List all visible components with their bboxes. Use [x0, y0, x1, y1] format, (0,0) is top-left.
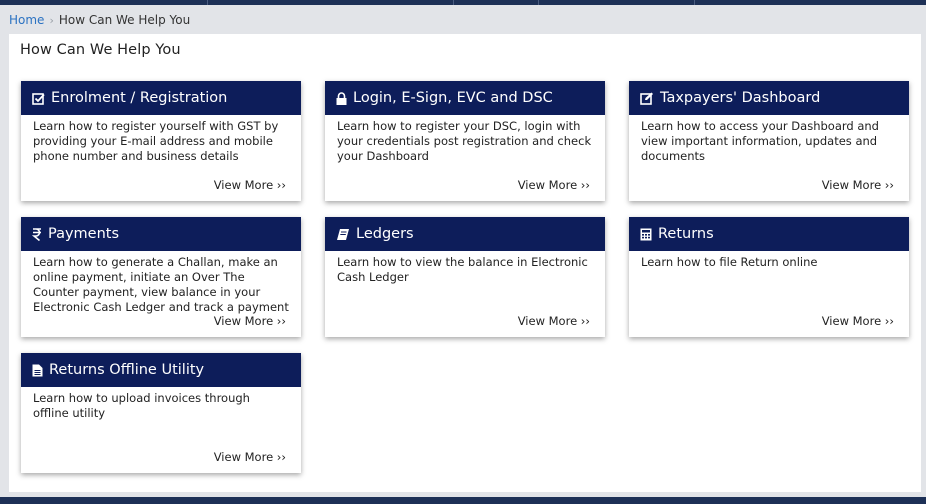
top-nav-bar: [0, 0, 926, 5]
card-description: Learn how to register your DSC, login wi…: [337, 119, 592, 163]
view-more-link[interactable]: View More ››: [822, 314, 894, 328]
card-title: Returns: [658, 226, 714, 242]
rupee-icon: [32, 227, 42, 241]
card-title: Ledgers: [356, 226, 414, 242]
card-description: Learn how to access your Dashboard and v…: [641, 119, 879, 163]
card-returns-offline-utility: Returns Offline Utility Learn how to upl…: [21, 353, 301, 473]
card-header: Enrolment / Registration: [21, 81, 301, 115]
page-title: How Can We Help You: [20, 42, 181, 58]
card-header: Payments: [21, 217, 301, 251]
card-description: Learn how to generate a Challan, make an…: [33, 255, 289, 314]
card-login-esign: Login, E-Sign, EVC and DSC Learn how to …: [325, 81, 605, 201]
card-ledgers: Ledgers Learn how to view the balance in…: [325, 217, 605, 337]
card-title: Login, E-Sign, EVC and DSC: [353, 90, 553, 106]
card-title: Payments: [48, 226, 120, 242]
edit-icon: [640, 92, 654, 105]
breadcrumb-home-link[interactable]: Home: [9, 13, 44, 27]
book-icon: [336, 228, 350, 241]
footer-bar: [0, 497, 926, 504]
card-title: Enrolment / Registration: [51, 90, 228, 106]
breadcrumb: Home › How Can We Help You: [9, 12, 190, 28]
view-more-link[interactable]: View More ››: [214, 450, 286, 464]
card-header: Returns Offline Utility: [21, 353, 301, 387]
view-more-link[interactable]: View More ››: [822, 178, 894, 192]
card-returns: Returns Learn how to file Return online …: [629, 217, 909, 337]
lock-icon: [336, 91, 347, 105]
file-icon: [32, 364, 43, 377]
card-header: Login, E-Sign, EVC and DSC: [325, 81, 605, 115]
card-header: Taxpayers' Dashboard: [629, 81, 909, 115]
checkbox-edit-icon: [32, 92, 45, 105]
view-more-link[interactable]: View More ››: [518, 314, 590, 328]
breadcrumb-current: How Can We Help You: [58, 13, 191, 27]
view-more-link[interactable]: View More ››: [214, 178, 286, 192]
view-more-link[interactable]: View More ››: [214, 314, 286, 328]
card-enrolment-registration: Enrolment / Registration Learn how to re…: [21, 81, 301, 201]
card-description: Learn how to view the balance in Electro…: [337, 255, 588, 284]
breadcrumb-separator: ›: [49, 14, 54, 27]
card-title: Taxpayers' Dashboard: [660, 90, 821, 106]
card-description: Learn how to register yourself with GST …: [33, 119, 279, 163]
view-more-link[interactable]: View More ››: [518, 178, 590, 192]
card-payments: Payments Learn how to generate a Challan…: [21, 217, 301, 337]
card-title: Returns Offline Utility: [49, 362, 205, 378]
card-header: Ledgers: [325, 217, 605, 251]
card-description: Learn how to upload invoices through off…: [33, 391, 250, 420]
card-header: Returns: [629, 217, 909, 251]
help-panel: How Can We Help You Enrolment / Registra…: [9, 34, 921, 492]
card-taxpayers-dashboard: Taxpayers' Dashboard Learn how to access…: [629, 81, 909, 201]
card-description: Learn how to file Return online: [641, 255, 818, 269]
calculator-icon: [640, 228, 652, 241]
